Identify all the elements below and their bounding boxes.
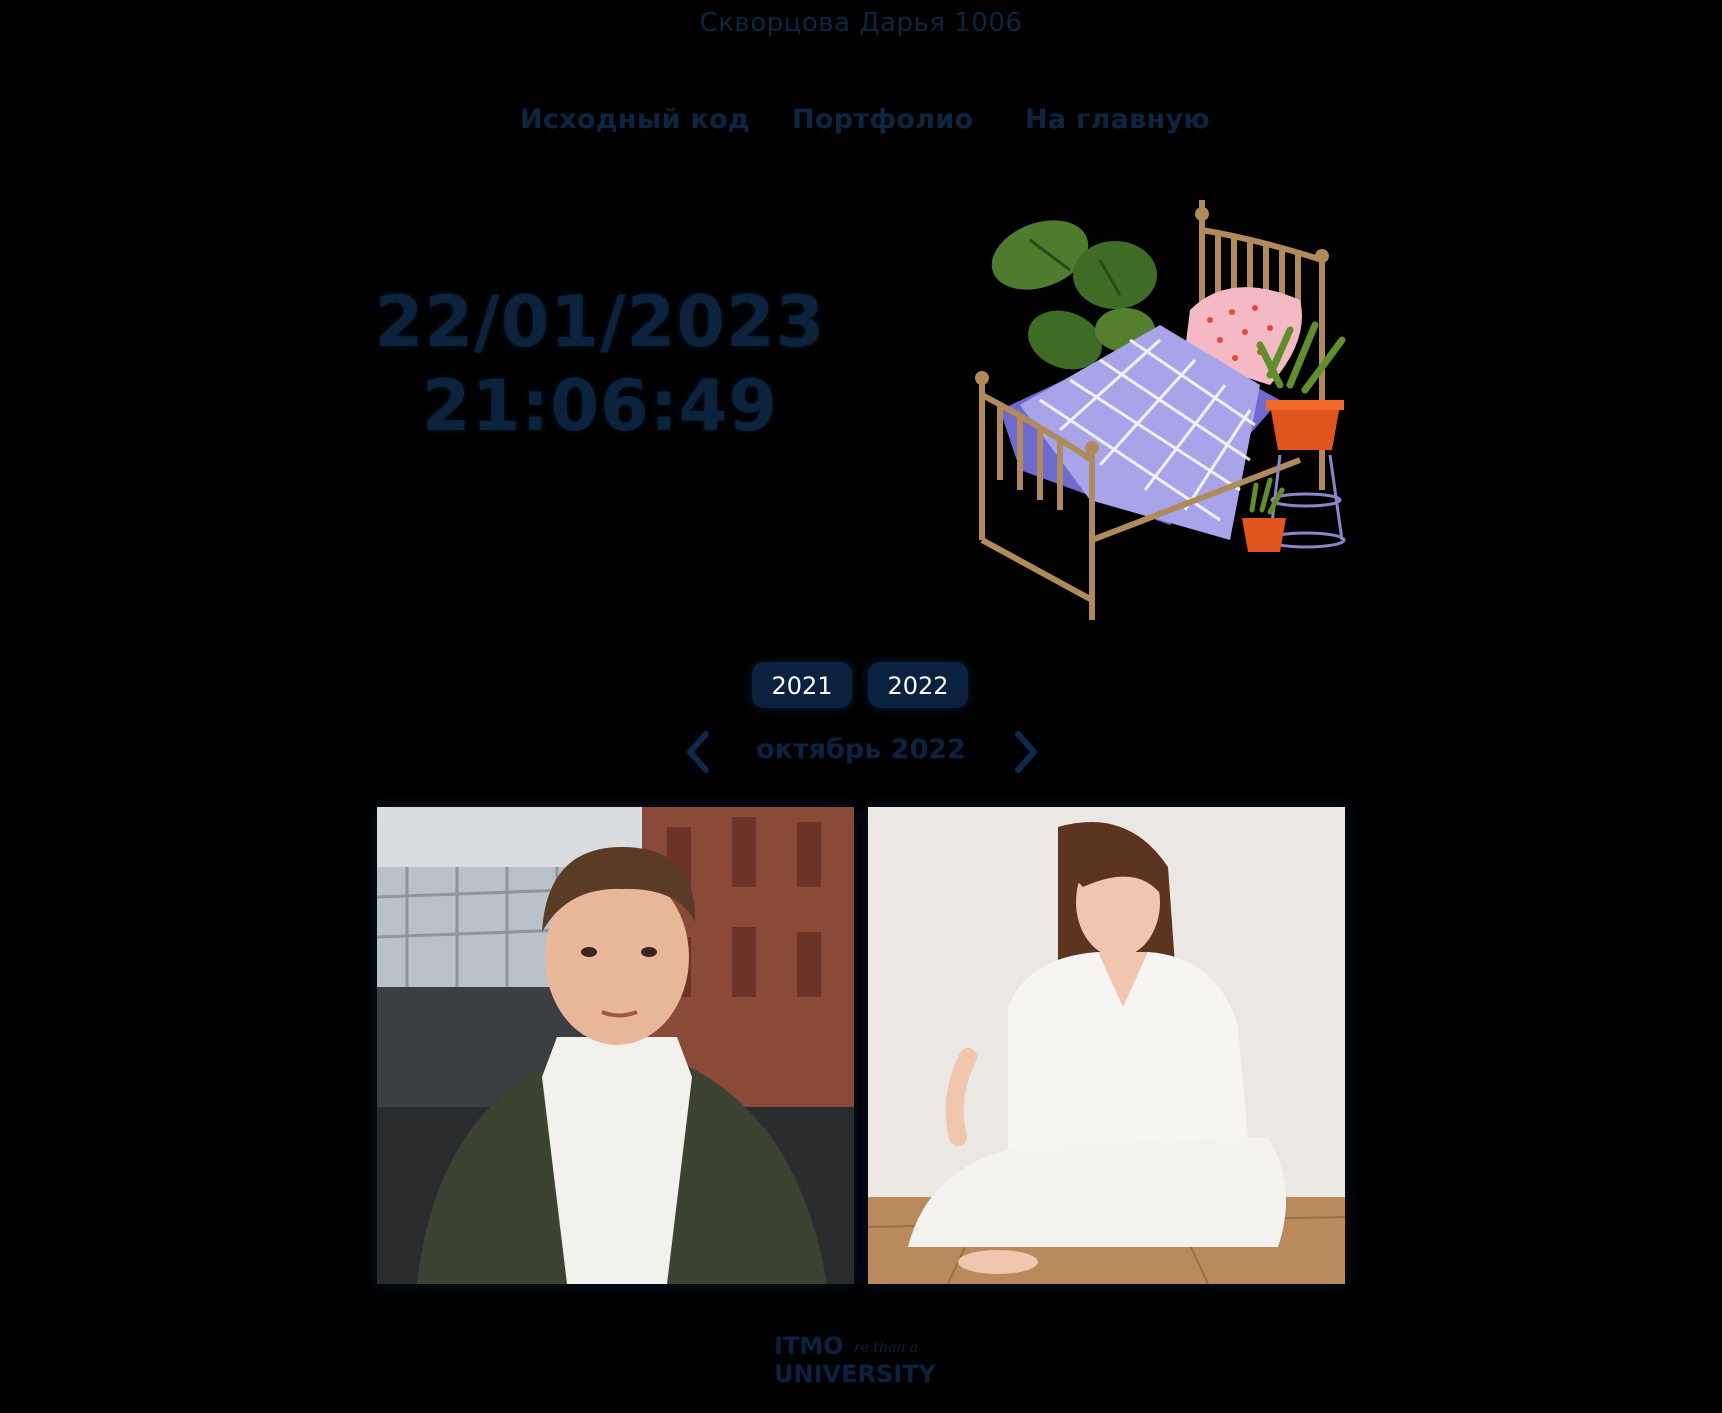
nav-link-source-code[interactable]: Исходный код [520, 104, 750, 135]
photo-man-image [377, 807, 854, 1284]
year-button-2021[interactable]: 2021 [752, 662, 852, 708]
svg-text:re than a: re than a [854, 1340, 918, 1356]
chevron-right-icon[interactable] [1008, 730, 1044, 774]
gallery-photo-man[interactable] [377, 807, 854, 1284]
year-selector: 2021 2022 [0, 662, 1722, 710]
itmo-university-logo: ITMO re than a UNIVERSITY [774, 1332, 937, 1386]
main-nav: Исходный код Портфолио На главную [0, 104, 1722, 144]
svg-text:UNIVERSITY: UNIVERSITY [774, 1360, 937, 1386]
month-navigator: октябрь 2022 [0, 730, 1722, 778]
author-title: Скворцова Дарья 1006 [699, 8, 1023, 38]
clock-time: 21:06:49 [421, 365, 779, 447]
bed-with-plants-illustration [975, 200, 1346, 620]
gallery-photo-woman[interactable] [868, 807, 1345, 1284]
svg-text:ITMO: ITMO [774, 1332, 844, 1360]
nav-link-portfolio[interactable]: Портфолио [792, 104, 973, 135]
year-button-2022[interactable]: 2022 [868, 662, 968, 708]
clock: 22/01/2023 21:06:49 [340, 280, 860, 448]
photo-woman-image [868, 807, 1345, 1284]
nav-link-home[interactable]: На главную [1025, 104, 1210, 135]
current-month-label: октябрь 2022 [756, 734, 966, 765]
clock-date: 22/01/2023 [374, 281, 826, 363]
